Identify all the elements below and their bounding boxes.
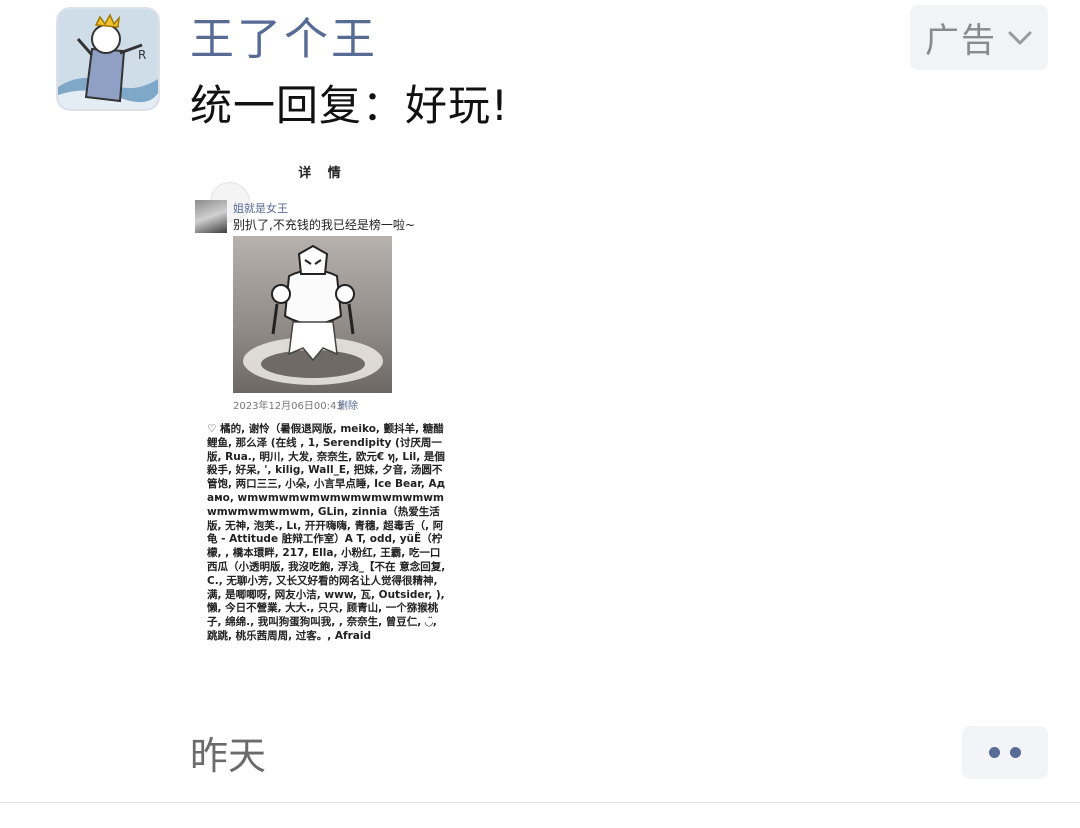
svg-text:R: R xyxy=(138,48,146,62)
screenshot-timestamp: 2023年12月06日00:43 xyxy=(233,401,343,412)
divider xyxy=(0,802,1080,803)
more-dots-icon xyxy=(1010,747,1021,758)
app-avatar-icon: R xyxy=(58,9,158,109)
post-image[interactable]: 详 情 姐就是女王 别扒了,不充钱的我已经是榜一啦~ 2023年12月06日00… xyxy=(190,156,450,690)
armored-figure-illustration xyxy=(243,244,383,385)
post-time: 昨天 xyxy=(190,734,267,778)
screenshot-caption: 别扒了,不充钱的我已经是榜一啦~ xyxy=(233,218,415,232)
more-actions-button[interactable] xyxy=(962,726,1048,779)
screenshot-author: 姐就是女王 xyxy=(233,202,288,215)
screenshot-likes-list: ♡ 橘的, 谢怜（暑假退网版, meiko, 颤抖羊, 糖醋鲤鱼, 那么泽 (在… xyxy=(207,423,446,642)
author-name[interactable]: 王了个王 xyxy=(190,12,378,68)
screenshot-delete-link: 删除 xyxy=(338,401,358,412)
author-avatar[interactable]: R xyxy=(56,7,160,111)
screenshot-photo xyxy=(233,236,392,393)
chevron-down-icon xyxy=(1008,31,1032,44)
screenshot-title: 详 情 xyxy=(298,166,347,181)
post-text: 统一回复：好玩! xyxy=(190,81,509,130)
ad-menu-button[interactable]: 广告 xyxy=(910,5,1048,70)
ad-label: 广告 xyxy=(925,21,997,61)
screenshot-avatar xyxy=(195,200,227,233)
more-dots-icon xyxy=(989,747,1000,758)
